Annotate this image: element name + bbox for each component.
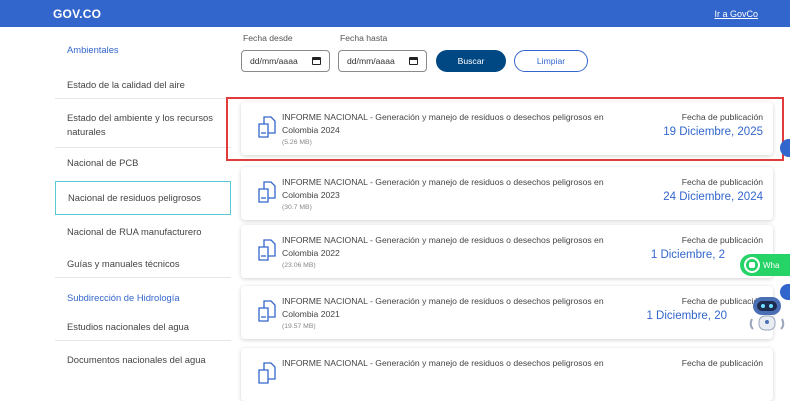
report-title-year[interactable]: Colombia 2023: [282, 190, 340, 200]
sidebar-divider: [55, 277, 231, 278]
sidebar-divider: [55, 147, 231, 148]
fecha-desde-input[interactable]: dd/mm/aaaa: [241, 50, 330, 72]
report-title[interactable]: INFORME NACIONAL - Generación y manejo d…: [282, 177, 622, 188]
publication-date-label: Fecha de publicación: [681, 358, 763, 368]
publication-date: 1 Diciembre, 2: [650, 249, 725, 261]
report-card[interactable]: INFORME NACIONAL - Generación y manejo d…: [241, 167, 773, 220]
report-card[interactable]: INFORME NACIONAL - Generación y manejo d…: [241, 225, 773, 278]
document-icon: [258, 239, 276, 261]
report-title-year[interactable]: Colombia 2022: [282, 248, 340, 258]
buscar-button[interactable]: Buscar: [436, 50, 506, 72]
report-size: (30.7 MB): [282, 204, 312, 211]
sidebar: Ambientales Estado de la calidad del air…: [55, 27, 231, 365]
document-icon: [258, 181, 276, 203]
report-title[interactable]: INFORME NACIONAL - Generación y manejo d…: [282, 296, 622, 307]
fecha-hasta-label: Fecha hasta: [340, 33, 388, 43]
sidebar-item-estado-ambiente[interactable]: Estado del ambiente y los recursos natur…: [55, 111, 231, 138]
limpiar-button[interactable]: Limpiar: [514, 50, 588, 72]
sidebar-item-rua-manufacturero[interactable]: Nacional de RUA manufacturero: [55, 225, 231, 239]
report-card[interactable]: INFORME NACIONAL - Generación y manejo d…: [241, 348, 773, 401]
sidebar-item-estudios-agua[interactable]: Estudios nacionales del agua: [55, 320, 231, 334]
report-title[interactable]: INFORME NACIONAL - Generación y manejo d…: [282, 358, 622, 369]
chatbot-robot-icon[interactable]: [747, 291, 787, 335]
sidebar-item-residuos-peligrosos[interactable]: Nacional de residuos peligrosos: [55, 181, 231, 215]
whatsapp-icon: [744, 257, 760, 273]
publication-date: 24 Diciembre, 2024: [663, 191, 763, 203]
report-title[interactable]: INFORME NACIONAL - Generación y manejo d…: [282, 235, 622, 246]
sidebar-section-ambientales[interactable]: Ambientales: [55, 43, 231, 57]
fecha-hasta-value: dd/mm/aaaa: [347, 56, 395, 66]
govco-logo[interactable]: GOV.CO: [53, 7, 101, 21]
sidebar-divider: [55, 340, 231, 341]
document-icon: [258, 300, 276, 322]
sidebar-item-pcb[interactable]: Nacional de PCB: [55, 156, 231, 170]
calendar-icon[interactable]: [312, 57, 321, 65]
sidebar-item-calidad-aire[interactable]: Estado de la calidad del aire: [55, 78, 231, 92]
publication-date-label: Fecha de publicación: [681, 235, 763, 245]
report-card[interactable]: INFORME NACIONAL - Generación y manejo d…: [241, 286, 773, 339]
ir-a-govco-link[interactable]: Ir a GovCo: [714, 9, 758, 19]
highlight-box: [226, 97, 784, 161]
report-size: (23.06 MB): [282, 262, 316, 269]
sidebar-section-hidrologia[interactable]: Subdirección de Hidrología: [55, 291, 231, 305]
sidebar-divider: [55, 98, 231, 99]
calendar-icon[interactable]: [409, 57, 418, 65]
report-title-year[interactable]: Colombia 2021: [282, 309, 340, 319]
whatsapp-label: Wha: [763, 260, 780, 270]
document-icon: [258, 362, 276, 384]
top-bar: GOV.CO Ir a GovCo: [0, 0, 790, 27]
report-size: (19.57 MB): [282, 323, 316, 330]
fecha-hasta-input[interactable]: dd/mm/aaaa: [338, 50, 427, 72]
sidebar-item-guias-manuales[interactable]: Guías y manuales técnicos: [55, 257, 231, 271]
publication-date: 1 Diciembre, 20: [646, 310, 727, 322]
fecha-desde-label: Fecha desde: [243, 33, 293, 43]
publication-date-label: Fecha de publicación: [681, 177, 763, 187]
whatsapp-button[interactable]: Wha: [740, 254, 790, 276]
fecha-desde-value: dd/mm/aaaa: [250, 56, 298, 66]
